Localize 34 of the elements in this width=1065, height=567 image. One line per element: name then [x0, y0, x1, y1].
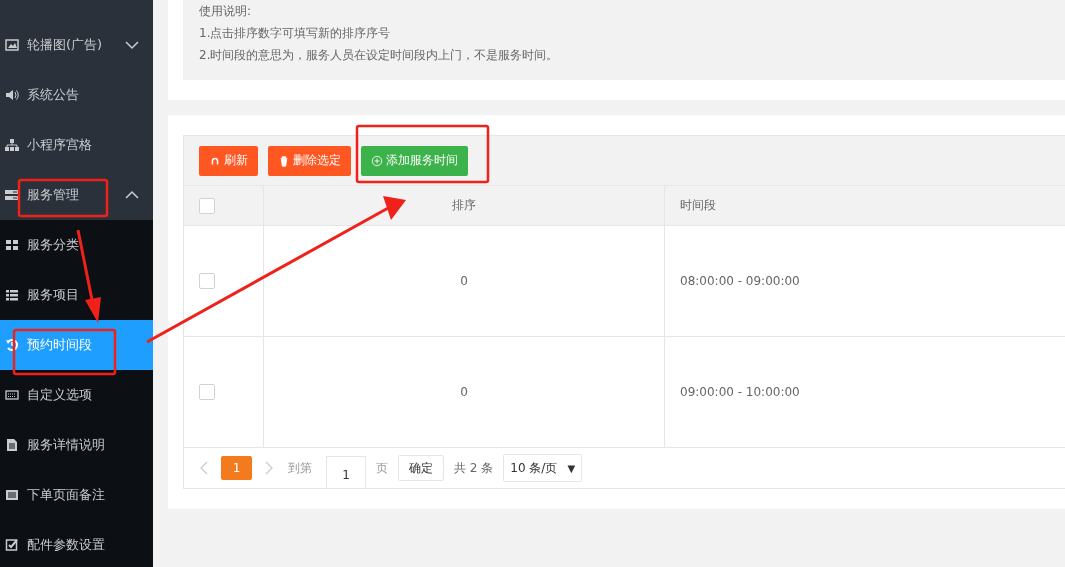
sidebar-subitem[interactable]: 配件参数设置 — [0, 520, 153, 567]
table-cell: 09:00:00 - 10:00:00 — [680, 385, 800, 399]
chevron-icon — [125, 40, 139, 50]
checkbox[interactable] — [199, 384, 215, 400]
sidebar-item[interactable]: 小程序宫格 — [0, 120, 153, 170]
chevron-icon — [125, 190, 139, 200]
trash-icon — [278, 154, 290, 167]
page-suffix: 页 — [376, 459, 388, 477]
sidebar-item[interactable]: 轮播图(广告) — [0, 20, 153, 70]
next-page-icon[interactable] — [264, 461, 274, 475]
page-input[interactable]: 1 — [326, 456, 366, 488]
table-cell: 0 — [460, 385, 468, 399]
sidebar-subitem[interactable]: 服务分类 — [0, 220, 153, 270]
notice-text: 2.时间段的意思为，服务人员在设定时间段内上门，不是服务时间。 — [199, 47, 560, 64]
table-cell: 08:00:00 - 09:00:00 — [680, 274, 800, 288]
sidebar-subitem[interactable]: 自定义选项 — [0, 370, 153, 420]
notice-text: 1.点击排序数字可填写新的排序序号 — [199, 25, 392, 42]
checkbox[interactable] — [199, 197, 215, 214]
notice-text: 使用说明: — [199, 3, 253, 20]
page-size-select[interactable]: 10 条/页 ▼ — [503, 454, 583, 482]
sidebar-subitem[interactable]: 服务项目 — [0, 270, 153, 320]
prev-page-icon[interactable] — [199, 461, 209, 475]
total-count: 共 2 条 — [454, 459, 494, 477]
column-header: 排序 — [452, 197, 476, 214]
confirm-button[interactable]: 确定 — [398, 455, 444, 481]
checkbox[interactable] — [199, 273, 215, 289]
plus-circle-icon — [371, 154, 383, 167]
table-cell: 0 — [460, 274, 468, 288]
sidebar-item[interactable]: 服务管理 — [0, 170, 153, 220]
column-header: 时间段 — [680, 197, 716, 214]
goto-label: 到第 — [288, 459, 312, 477]
sidebar-item[interactable]: 系统公告 — [0, 70, 153, 120]
sidebar-subitem[interactable]: 下单页面备注 — [0, 470, 153, 520]
sidebar-subitem[interactable]: 服务详情说明 — [0, 420, 153, 470]
